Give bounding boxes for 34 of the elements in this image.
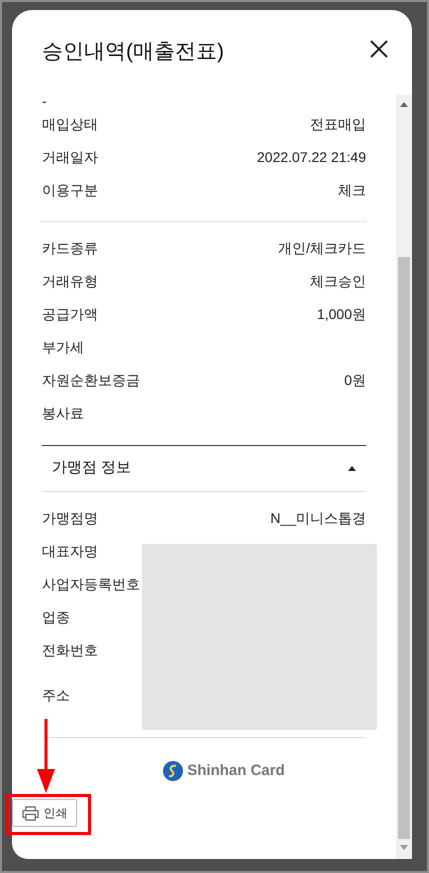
field-label: 대표자명 xyxy=(42,542,98,561)
field-value: 체크 xyxy=(338,181,366,200)
field-label: 주소 xyxy=(42,686,70,704)
field-label: 부가세 xyxy=(42,338,84,357)
scrollbar-thumb[interactable] xyxy=(398,257,410,839)
field-label: 업종 xyxy=(42,608,70,627)
field-label: 카드종류 xyxy=(42,239,98,258)
print-button[interactable]: 인쇄 xyxy=(12,799,77,827)
scroll-up-icon[interactable] xyxy=(400,102,408,107)
logo-text: Shinhan Card xyxy=(187,761,285,781)
field-value: 전표매입 xyxy=(310,115,366,134)
close-icon[interactable] xyxy=(368,38,390,60)
printer-icon xyxy=(22,806,38,820)
field-label: 이용구분 xyxy=(42,181,98,200)
field-label: 봉사료 xyxy=(42,404,84,423)
field-label: 거래유형 xyxy=(42,272,98,291)
field-label: 사업자등록번호 xyxy=(42,575,140,594)
field-label: 전화번호 xyxy=(42,641,98,660)
field-label: 가맹점명 xyxy=(42,509,98,528)
field-label: 거래일자 xyxy=(42,148,98,167)
field-value: 개인/체크카드 xyxy=(278,239,366,258)
dialog-title: 승인내역(매출전표) xyxy=(42,39,224,65)
field-label: - xyxy=(42,95,47,108)
field-label: 자원순환보증금 xyxy=(42,371,140,390)
logo-icon xyxy=(163,761,184,782)
section-header[interactable]: 가맹점 정보 xyxy=(42,446,366,492)
field-value: 0원 xyxy=(344,371,366,390)
field-value: N__미니스톱경 xyxy=(270,509,366,528)
field-label: 공급가액 xyxy=(42,305,98,324)
field-value: 2022.07.22 21:49 xyxy=(257,148,366,167)
field-value: 1,000원 xyxy=(316,305,366,324)
field-label: 매입상태 xyxy=(42,115,98,134)
field-value: 체크승인 xyxy=(310,272,366,291)
caret-up-icon xyxy=(348,466,356,471)
